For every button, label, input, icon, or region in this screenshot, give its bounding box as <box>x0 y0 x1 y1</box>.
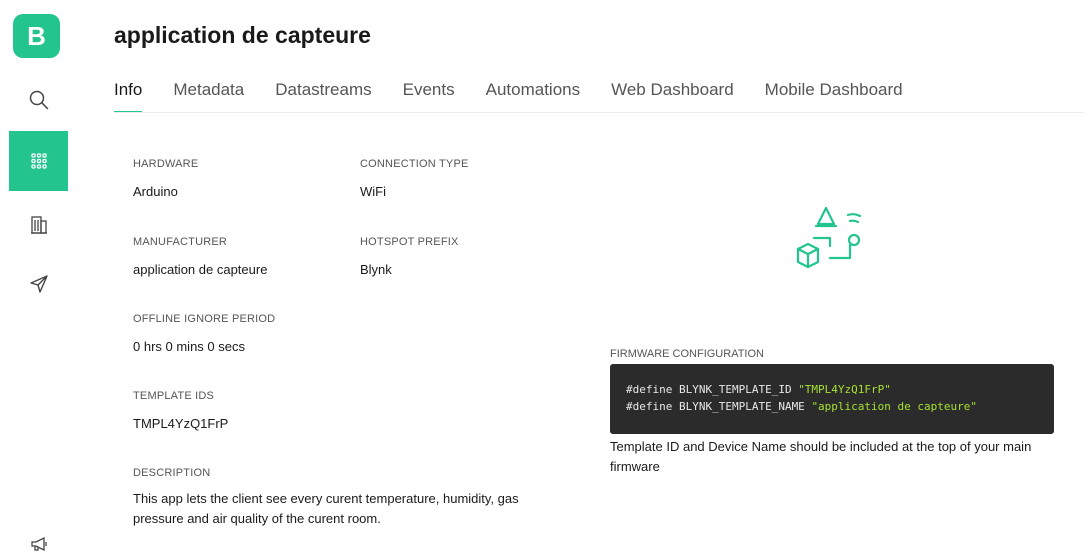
hardware-label: HARDWARE <box>133 158 199 170</box>
megaphone-icon <box>30 537 47 551</box>
templates-grid-icon <box>30 153 47 169</box>
description-value: This app lets the client see every curen… <box>133 491 519 526</box>
hotspot-prefix-field: HOTSPOT PREFIX Blynk <box>360 236 459 280</box>
tab-mobile-dashboard[interactable]: Mobile Dashboard <box>765 80 903 113</box>
template-id-string: "TMPL4YzQ1FrP" <box>798 383 891 396</box>
sidebar-send-button[interactable] <box>9 254 68 314</box>
tabs-divider <box>114 112 1084 113</box>
offline-ignore-period-label: OFFLINE IGNORE PERIOD <box>133 313 276 325</box>
tab-events[interactable]: Events <box>403 80 455 113</box>
blynk-logo[interactable]: B <box>13 14 60 58</box>
device-shapes-icon <box>796 206 862 269</box>
template-illustration <box>790 200 870 277</box>
template-ids-value: TMPL4YzQ1FrP <box>133 416 229 431</box>
send-plane-icon <box>29 275 48 293</box>
define-template-id: #define BLYNK_TEMPLATE_ID <box>626 383 799 396</box>
description-label: DESCRIPTION <box>133 467 211 479</box>
hardware-field: HARDWARE Arduino <box>133 158 198 202</box>
tab-datastreams[interactable]: Datastreams <box>275 80 371 113</box>
tab-web-dashboard[interactable]: Web Dashboard <box>611 80 734 113</box>
sidebar-organizations-button[interactable] <box>9 194 68 254</box>
hotspot-prefix-value: Blynk <box>360 262 392 277</box>
firmware-code-block[interactable]: #define BLYNK_TEMPLATE_ID "TMPL4YzQ1FrP"… <box>610 364 1054 434</box>
sidebar: B <box>0 0 70 551</box>
description-field: DESCRIPTION This app lets the client see… <box>133 467 553 529</box>
template-tabs: Info Metadata Datastreams Events Automat… <box>114 80 934 114</box>
template-name-string: "application de capteure" <box>811 400 978 413</box>
search-icon <box>29 90 48 110</box>
hotspot-prefix-label: HOTSPOT PREFIX <box>360 236 459 248</box>
organizations-building-icon <box>30 216 47 234</box>
connection-type-field: CONNECTION TYPE WiFi <box>360 158 469 202</box>
page-title: application de capteure <box>114 22 371 48</box>
firmware-note: Template ID and Device Name should be in… <box>610 439 1032 474</box>
define-template-name: #define BLYNK_TEMPLATE_NAME <box>626 400 812 413</box>
manufacturer-value: application de capteure <box>133 262 268 277</box>
template-ids-field: TEMPLATE IDS TMPL4YzQ1FrP <box>133 390 228 434</box>
firmware-line-template-id: #define BLYNK_TEMPLATE_ID "TMPL4YzQ1FrP" <box>626 381 1038 398</box>
tab-automations[interactable]: Automations <box>486 80 581 113</box>
sidebar-announcements-button[interactable] <box>9 512 68 551</box>
manufacturer-label: MANUFACTURER <box>133 236 228 248</box>
tab-info[interactable]: Info <box>114 80 143 113</box>
connection-type-label: CONNECTION TYPE <box>360 158 469 170</box>
firmware-config-label: FIRMWARE CONFIGURATION <box>610 348 764 360</box>
sidebar-templates-button[interactable] <box>9 131 68 191</box>
firmware-line-template-name: #define BLYNK_TEMPLATE_NAME "application… <box>626 398 1038 415</box>
connection-type-value: WiFi <box>360 184 386 199</box>
manufacturer-field: MANUFACTURER application de capteure <box>133 236 267 280</box>
tab-metadata[interactable]: Metadata <box>173 80 244 113</box>
hardware-value: Arduino <box>133 184 178 199</box>
offline-ignore-period-field: OFFLINE IGNORE PERIOD 0 hrs 0 mins 0 sec… <box>133 313 275 357</box>
template-ids-label: TEMPLATE IDS <box>133 390 215 402</box>
offline-ignore-period-value: 0 hrs 0 mins 0 secs <box>133 339 245 354</box>
sidebar-search-button[interactable] <box>9 70 68 130</box>
